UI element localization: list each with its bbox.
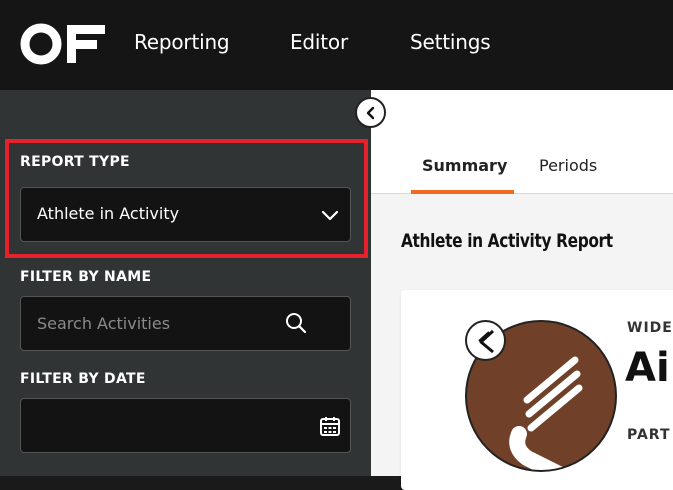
- collapse-sidebar-button[interactable]: [355, 97, 386, 128]
- top-navbar: Reporting Editor Settings: [0, 0, 673, 90]
- filter-name-label: FILTER BY NAME: [20, 269, 152, 285]
- card-sub-label: PART: [627, 427, 671, 443]
- filter-date-label: FILTER BY DATE: [20, 371, 146, 387]
- logo-icon[interactable]: [19, 22, 107, 66]
- main-content: Summary Periods Athlete in Activity Repo…: [371, 90, 673, 490]
- search-icon[interactable]: [284, 311, 308, 335]
- report-title: Athlete in Activity Report: [401, 230, 613, 252]
- report-type-select[interactable]: Athlete in Activity: [20, 187, 351, 242]
- tab-summary[interactable]: Summary: [422, 156, 507, 175]
- chevron-down-icon: [321, 210, 339, 221]
- calendar-icon[interactable]: [319, 415, 341, 437]
- badge-logo-icon: [477, 329, 494, 353]
- active-tab-indicator: [411, 190, 514, 194]
- report-type-label: REPORT TYPE: [20, 154, 130, 170]
- chevron-left-icon: [366, 106, 374, 119]
- nav-settings[interactable]: Settings: [410, 30, 491, 54]
- nav-editor[interactable]: Editor: [290, 30, 348, 54]
- report-tabs: Summary Periods: [371, 90, 673, 194]
- date-filter-input[interactable]: [20, 398, 351, 453]
- activity-badge: [465, 320, 506, 361]
- tab-periods[interactable]: Periods: [539, 156, 597, 175]
- card-title: Ai: [625, 345, 670, 391]
- card-top-label: WIDE: [627, 320, 673, 336]
- report-type-value: Athlete in Activity: [37, 204, 180, 223]
- activity-card[interactable]: WIDE Ai PART: [401, 290, 673, 490]
- nav-reporting[interactable]: Reporting: [134, 30, 230, 54]
